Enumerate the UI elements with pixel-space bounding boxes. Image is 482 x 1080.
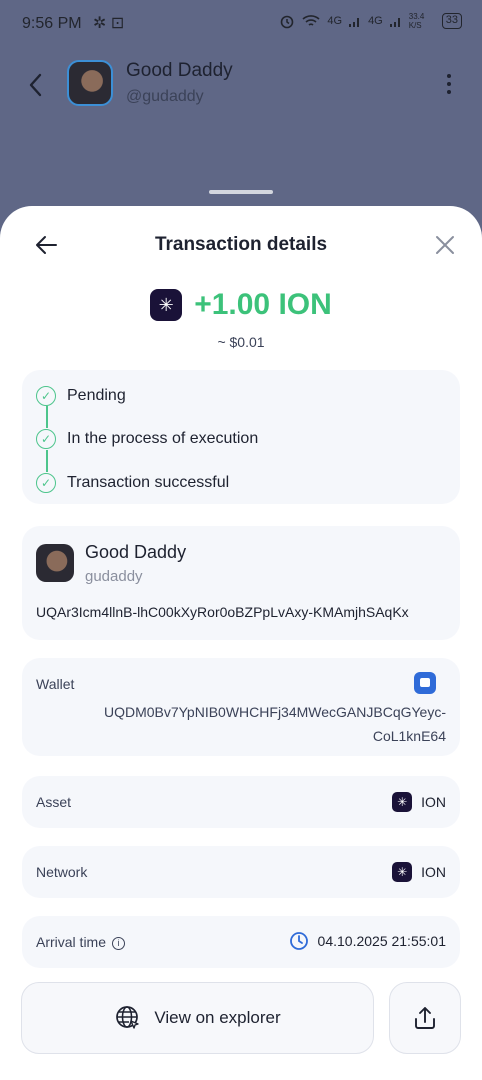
wallet-label: Wallet <box>36 676 75 692</box>
wallet-icon <box>414 672 436 694</box>
asset-label: Asset <box>36 794 72 810</box>
check-circle-icon: ✓ <box>36 473 56 493</box>
status-right: 4G 4G 33.4 K/S 33 <box>279 12 462 30</box>
ion-coin-icon: ✳ <box>150 289 183 321</box>
network-row: Network ✳ ION <box>22 846 460 898</box>
ion-coin-icon: ✳ <box>392 862 413 882</box>
status-bar: 9:56 PM ✲ ⊡ 4G 4G 33.4 K/S 33 <box>0 0 482 48</box>
wallet-address-line1: UQDM0Bv7YpNIB0WHCHFj34MWecGANJBCqGYeyc- <box>103 704 446 720</box>
notification-icons: ✲ ⊡ <box>93 15 125 32</box>
status-time: 9:56 PM <box>22 15 82 32</box>
arrival-value: 04.10.2025 21:55:01 <box>289 931 446 951</box>
step-label: Pending <box>67 387 126 404</box>
asset-row: Asset ✳ ION <box>22 776 460 828</box>
arrival-label-wrap: Arrival time i <box>36 934 126 950</box>
arrival-datetime: 04.10.2025 21:55:01 <box>317 933 446 949</box>
amount-row: ✳ +1.00 ION <box>0 288 482 322</box>
sheet-title: Transaction details <box>154 234 328 255</box>
share-button[interactable] <box>389 982 461 1054</box>
wallet-address-line2: CoL1knE64 <box>372 728 446 744</box>
network-4g-2: 4G <box>368 15 383 27</box>
step-connector <box>46 450 48 472</box>
step-connector <box>46 406 48 428</box>
network-label: Network <box>36 864 88 880</box>
transaction-sheet: Transaction details ✳ +1.00 ION ~ $0.01 … <box>0 206 482 1080</box>
transaction-amount: +1.00 ION <box>194 288 332 321</box>
fiat-value: ~ $0.01 <box>217 334 265 350</box>
network-value: ✳ ION <box>392 862 446 882</box>
check-circle-icon: ✓ <box>36 429 56 449</box>
sender-avatar <box>36 544 74 582</box>
check-circle-icon: ✓ <box>36 386 56 406</box>
arrival-time-row: Arrival time i 04.10.2025 21:55:01 <box>22 916 460 968</box>
avatar[interactable] <box>67 60 113 106</box>
status-steps-card: ✓ Pending ✓ In the process of execution … <box>22 370 460 504</box>
chat-header: Good Daddy @gudaddy <box>0 58 482 114</box>
wallet-card: Wallet UQDM0Bv7YpNIB0WHCHFj34MWecGANJBCq… <box>22 658 460 756</box>
clock-icon <box>289 932 308 950</box>
network-4g-1: 4G <box>327 15 343 27</box>
sender-address[interactable]: UQAr3Icm4llnB-lhC00kXyRor0oBZPpLvAxy-KMA… <box>36 604 409 620</box>
sender-name: Good Daddy <box>85 542 187 562</box>
step-label: In the process of execution <box>67 430 259 447</box>
ion-coin-icon: ✳ <box>392 792 413 812</box>
battery-indicator: 33 <box>441 13 462 29</box>
wifi-icon <box>302 15 320 26</box>
net-speed: 33.4 K/S <box>408 12 425 30</box>
close-icon[interactable] <box>434 234 456 256</box>
more-options-icon[interactable] <box>446 74 452 96</box>
share-icon <box>415 1007 435 1029</box>
back-chevron-icon[interactable] <box>25 70 47 100</box>
network-name: ION <box>421 864 446 880</box>
step-pending: ✓ Pending <box>36 386 126 406</box>
view-on-explorer-button[interactable]: View on explorer <box>21 982 374 1054</box>
step-label: Transaction successful <box>67 474 230 491</box>
sender-handle: gudaddy <box>85 568 143 585</box>
globe-icon <box>116 1006 140 1029</box>
signal-icon <box>349 18 360 27</box>
sheet-grabber[interactable] <box>209 190 273 194</box>
sender-card[interactable]: Good Daddy gudaddy UQAr3Icm4llnB-lhC00kX… <box>22 526 460 640</box>
info-icon[interactable]: i <box>112 936 126 950</box>
chat-handle: @gudaddy <box>126 88 204 105</box>
arrival-label: Arrival time <box>36 934 107 950</box>
explorer-label: View on explorer <box>154 1008 281 1027</box>
chat-title: Good Daddy <box>126 60 233 81</box>
asset-value: ✳ ION <box>392 792 446 812</box>
wallet-address[interactable]: UQDM0Bv7YpNIB0WHCHFj34MWecGANJBCqGYeyc- … <box>86 700 446 748</box>
signal-icon-2 <box>389 18 400 27</box>
step-success: ✓ Transaction successful <box>36 473 229 493</box>
asset-name: ION <box>421 794 446 810</box>
alarm-icon <box>281 15 294 29</box>
step-execution: ✓ In the process of execution <box>36 429 258 449</box>
